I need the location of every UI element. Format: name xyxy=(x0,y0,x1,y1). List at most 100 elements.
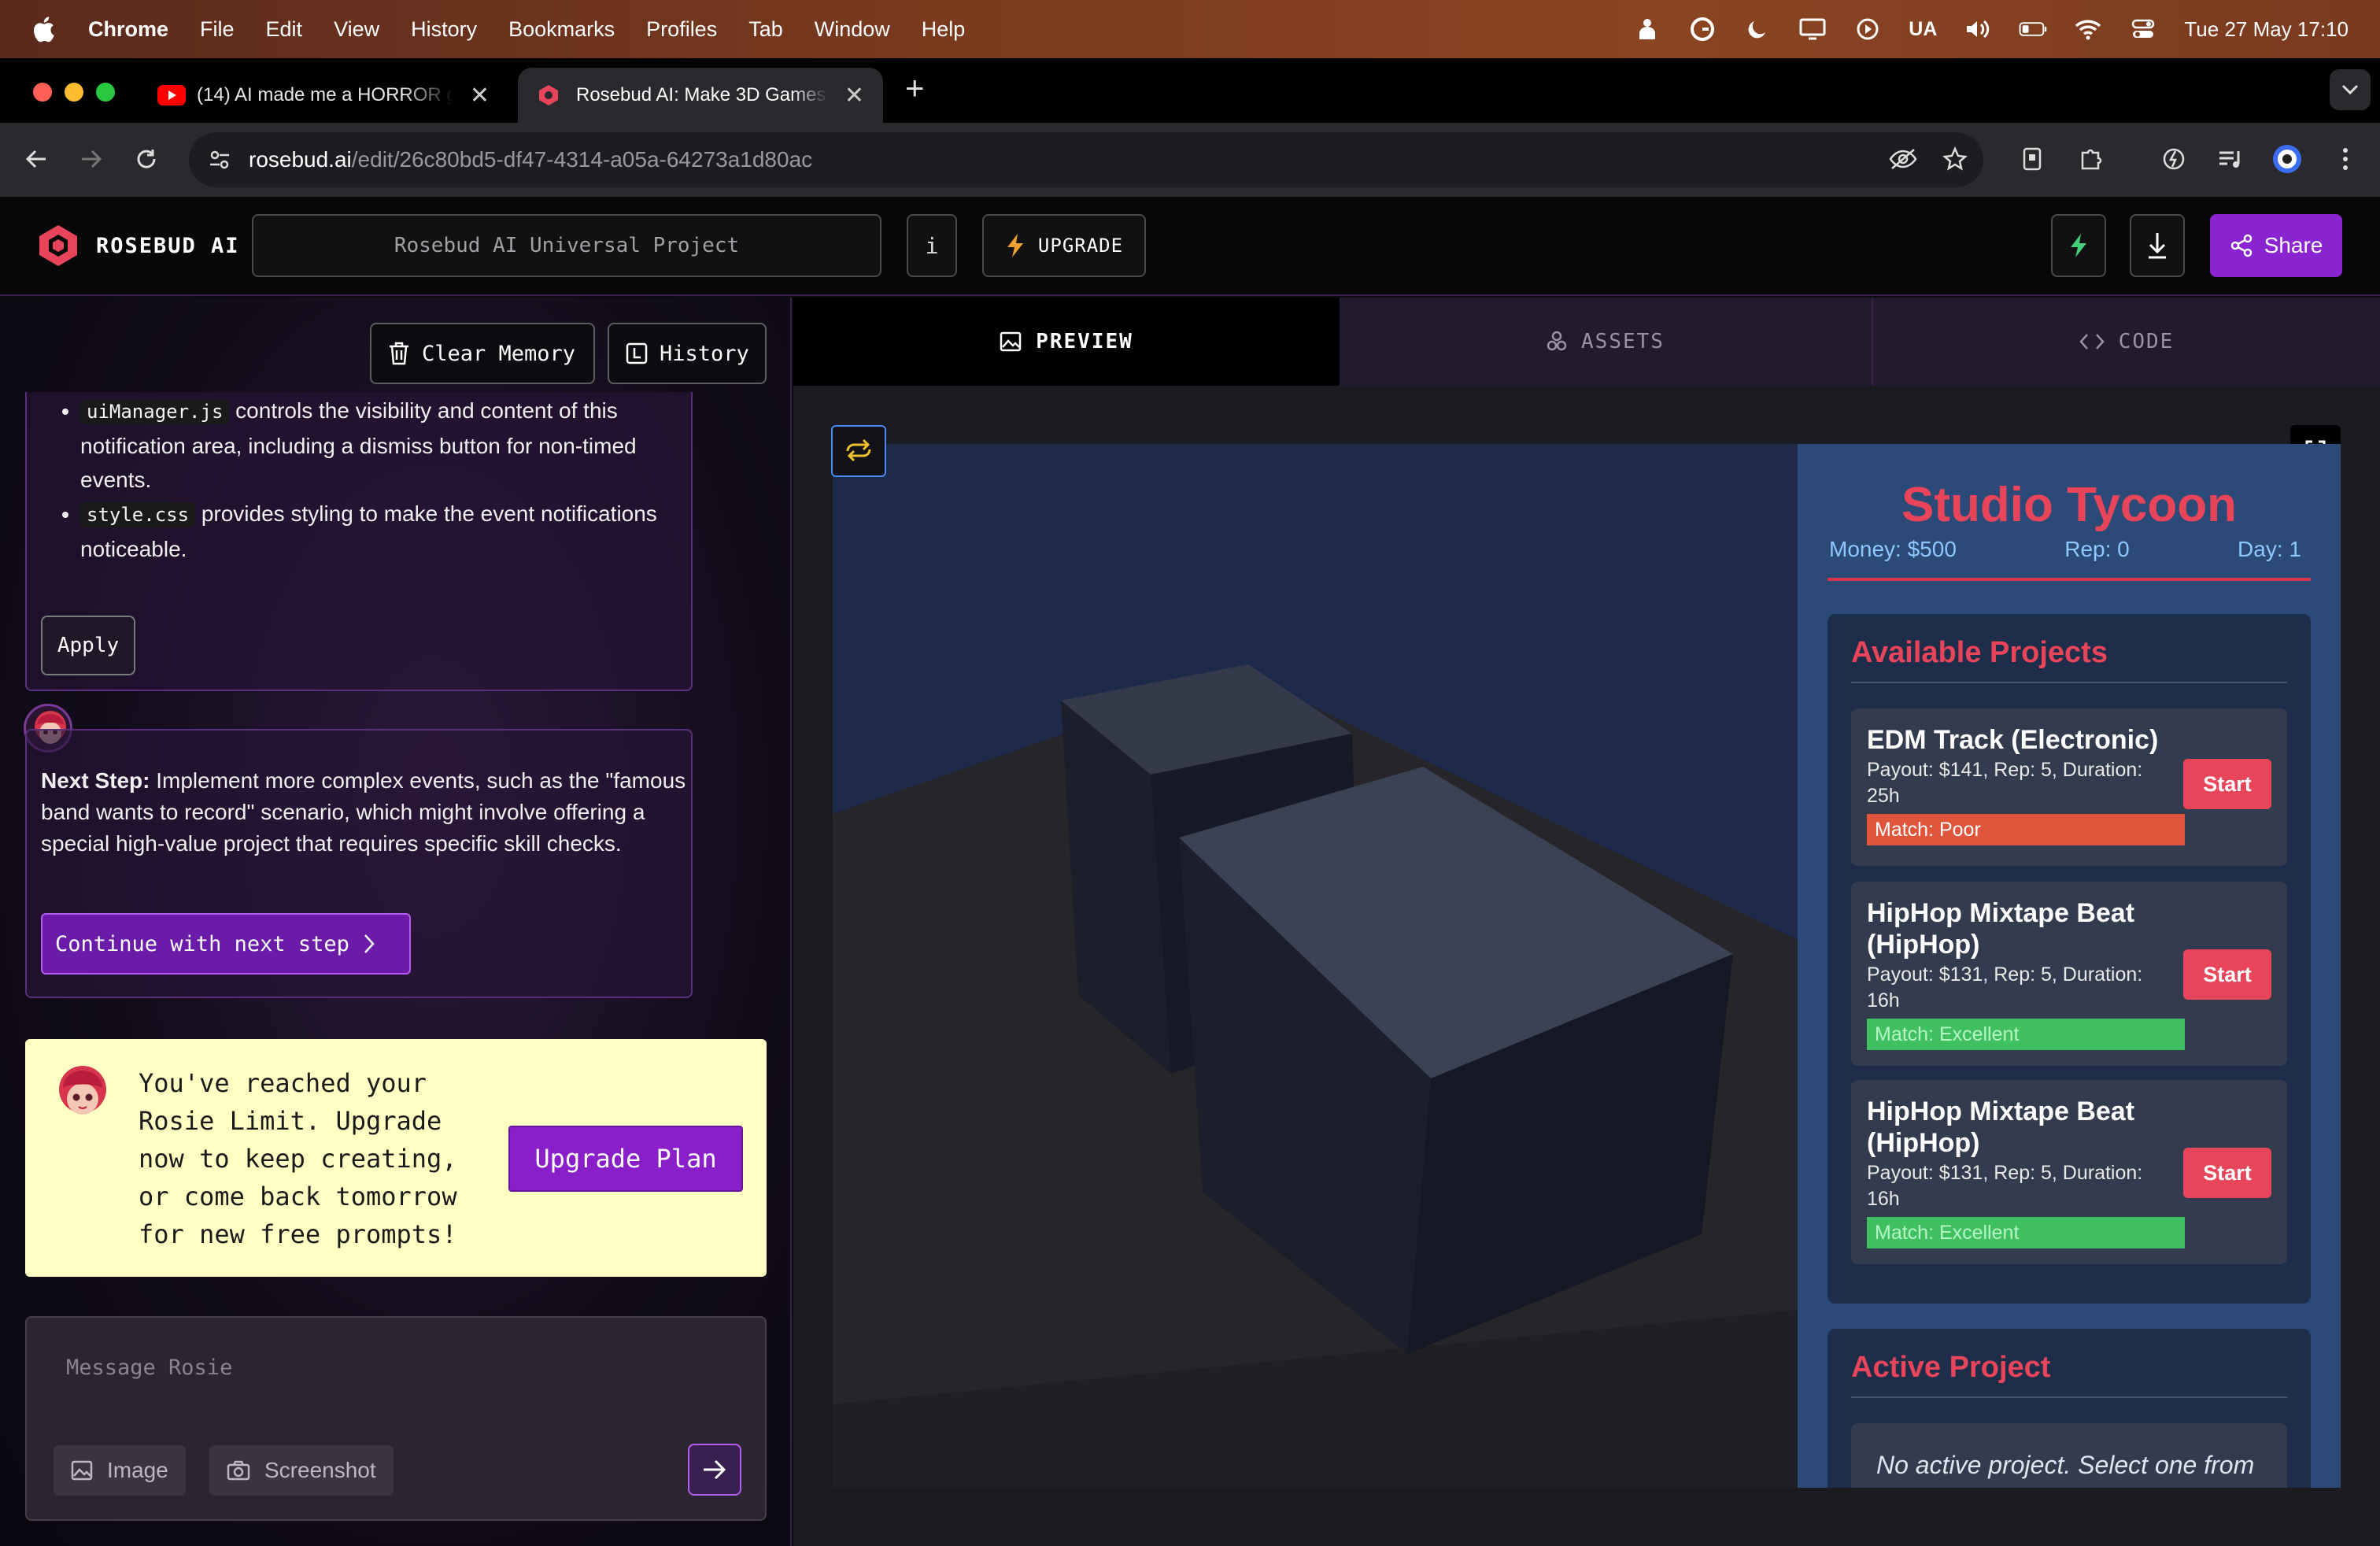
tab-search-button[interactable] xyxy=(2330,69,2371,110)
game-stats: Money: $500 Rep: 0 Day: 1 xyxy=(1829,537,2301,562)
battery-icon[interactable] xyxy=(2019,17,2047,41)
apple-icon[interactable] xyxy=(31,16,55,43)
project-details: Payout: $141, Rep: 5, Duration: 25h xyxy=(1867,759,2143,807)
clock[interactable]: Tue 27 May 17:10 xyxy=(2184,17,2349,42)
game-ui-panel: Studio Tycoon Money: $500 Rep: 0 Day: 1 … xyxy=(1798,444,2341,1488)
extension-one-icon[interactable] xyxy=(2015,142,2049,176)
download-button[interactable] xyxy=(2130,214,2185,277)
browser-tab-strip: (14) AI made me a HORROR game ✕ Rosebud … xyxy=(0,58,2380,123)
upgrade-label: UPGRADE xyxy=(1037,235,1124,257)
swap-view-button[interactable] xyxy=(831,425,886,477)
message-text: Next Step: Implement more complex events… xyxy=(41,765,686,860)
wifi-icon[interactable] xyxy=(2074,17,2102,41)
performance-icon[interactable] xyxy=(2156,142,2191,176)
history-icon xyxy=(626,342,648,364)
input-source[interactable]: UA xyxy=(1909,18,1937,41)
start-project-button[interactable]: Start xyxy=(2183,1148,2271,1198)
active-project-section: Active Project No active project. Select… xyxy=(1828,1329,2311,1488)
minimize-window-button[interactable] xyxy=(65,83,83,102)
forward-button[interactable] xyxy=(74,142,109,176)
rosie-limit-banner: You've reached your Rosie Limit. Upgrade… xyxy=(25,1039,767,1277)
media-controls-icon[interactable] xyxy=(2213,142,2248,176)
assets-icon xyxy=(1547,331,1567,351)
download-icon xyxy=(2149,233,2166,259)
menu-help[interactable]: Help xyxy=(922,17,966,42)
project-card: HipHop Mixtape Beat (HipHop) Payout: $13… xyxy=(1851,1080,2287,1264)
history-button[interactable]: History xyxy=(608,323,767,384)
trash-icon xyxy=(390,342,408,365)
project-title: EDM Track (Electronic) xyxy=(1867,725,2159,755)
menu-edit[interactable]: Edit xyxy=(266,17,303,42)
close-tab-icon[interactable]: ✕ xyxy=(470,82,490,109)
address-bar[interactable]: rosebud.ai/edit/26c80bd5-df47-4314-a05a-… xyxy=(189,132,1983,187)
rosebud-logo[interactable]: ROSEBUD AI xyxy=(36,224,240,268)
menu-profiles[interactable]: Profiles xyxy=(646,17,717,42)
maximize-window-button[interactable] xyxy=(96,83,115,102)
limit-message: You've reached your Rosie Limit. Upgrade… xyxy=(139,1068,457,1249)
start-project-button[interactable]: Start xyxy=(2183,949,2271,1000)
upgrade-plan-button[interactable]: Upgrade Plan xyxy=(508,1126,743,1192)
tab-code[interactable]: CODE xyxy=(1873,298,2380,386)
tracking-protection-icon[interactable] xyxy=(1886,142,1920,176)
info-button[interactable]: i xyxy=(907,214,957,277)
control-center-icon[interactable] xyxy=(2129,17,2157,41)
rosebud-logo-icon xyxy=(39,225,77,266)
menu-history[interactable]: History xyxy=(411,17,477,42)
tab-preview[interactable]: PREVIEW xyxy=(793,298,1340,386)
close-window-button[interactable] xyxy=(33,83,52,102)
menu-view[interactable]: View xyxy=(334,17,379,42)
tab-label: PREVIEW xyxy=(1036,330,1133,353)
share-button[interactable]: Share xyxy=(2210,214,2342,277)
person-status-icon[interactable] xyxy=(1633,17,1661,41)
game-3d-viewport[interactable] xyxy=(833,444,1798,1488)
volume-icon[interactable] xyxy=(1964,17,1992,41)
extensions-puzzle-icon[interactable] xyxy=(2073,142,2108,176)
assistant-message: Next Step: Implement more complex events… xyxy=(25,729,693,998)
browser-tab-youtube[interactable]: (14) AI made me a HORROR game ✕ xyxy=(139,68,508,123)
close-tab-icon[interactable]: ✕ xyxy=(844,82,864,109)
clear-memory-button[interactable]: Clear Memory xyxy=(370,323,595,384)
bookmark-star-icon[interactable] xyxy=(1938,142,1972,176)
site-settings-icon[interactable] xyxy=(208,148,231,172)
play-icon[interactable] xyxy=(1853,17,1882,41)
menu-tab[interactable]: Tab xyxy=(748,17,783,42)
match-badge: Match: Excellent xyxy=(1867,1217,2185,1248)
attach-screenshot-button[interactable]: Screenshot xyxy=(209,1445,394,1496)
menu-file[interactable]: File xyxy=(200,17,235,42)
money-stat: Money: $500 xyxy=(1829,537,1957,561)
menu-bookmarks[interactable]: Bookmarks xyxy=(508,17,615,42)
tab-assets[interactable]: ASSETS xyxy=(1340,298,1873,386)
url-host: rosebud.ai xyxy=(249,147,352,172)
grammarly-icon[interactable] xyxy=(1688,17,1717,41)
moon-icon[interactable] xyxy=(1743,17,1772,41)
rosie-avatar xyxy=(59,1066,106,1115)
run-button[interactable] xyxy=(2051,214,2106,277)
menu-app-name[interactable]: Chrome xyxy=(88,17,168,42)
tab-title: (14) AI made me a HORROR game xyxy=(197,84,454,105)
profile-avatar-icon[interactable] xyxy=(2270,142,2304,176)
continue-next-step-button[interactable]: Continue with next step xyxy=(41,913,411,975)
browser-tab-rosebud[interactable]: Rosebud AI: Make 3D Games ✕ xyxy=(518,68,883,123)
day-stat: Day: 1 xyxy=(2238,537,2301,561)
chrome-menu-icon[interactable] xyxy=(2328,142,2363,176)
app-header: ROSEBUD AI Rosebud AI Universal Project … xyxy=(0,197,2380,296)
display-icon[interactable] xyxy=(1798,17,1827,41)
reload-button[interactable] xyxy=(129,142,164,176)
start-project-button[interactable]: Start xyxy=(2183,759,2271,809)
chat-panel: Clear Memory History uiManager.js contro… xyxy=(0,298,792,1546)
clear-memory-label: Clear Memory xyxy=(422,341,576,366)
image-icon xyxy=(71,1460,93,1481)
back-button[interactable] xyxy=(19,142,54,176)
match-badge: Match: Poor xyxy=(1867,814,2185,845)
apply-button[interactable]: Apply xyxy=(41,616,135,675)
new-tab-plus-icon[interactable]: + xyxy=(905,69,925,107)
message-input[interactable]: Message Rosie xyxy=(66,1356,232,1380)
editor-tabs: PREVIEW ASSETS CODE xyxy=(793,298,2380,386)
send-button[interactable] xyxy=(688,1444,741,1496)
image-icon xyxy=(1000,331,1022,352)
code-icon xyxy=(2079,334,2105,350)
upgrade-button[interactable]: UPGRADE xyxy=(982,214,1146,277)
attach-image-button[interactable]: Image xyxy=(54,1445,186,1496)
project-name-field[interactable]: Rosebud AI Universal Project xyxy=(252,214,881,277)
menu-window[interactable]: Window xyxy=(815,17,890,42)
